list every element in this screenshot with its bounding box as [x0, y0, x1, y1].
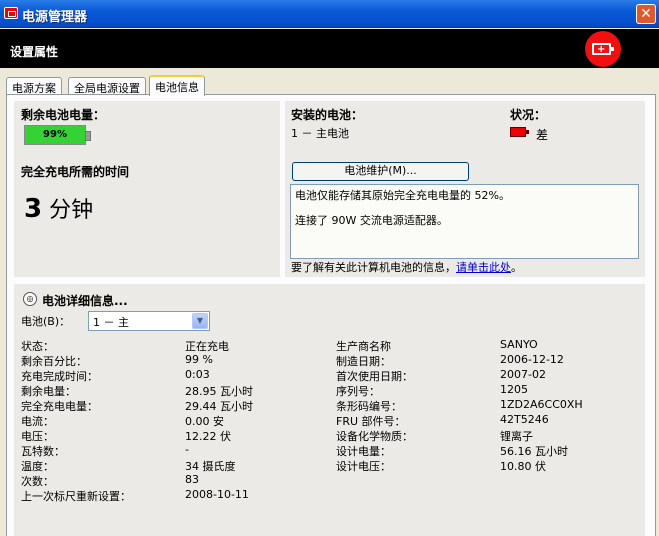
battery-gauge-value: 99%: [43, 129, 67, 140]
battery-maintenance-button[interactable]: 电池维护(M)...: [292, 162, 469, 181]
expand-icon[interactable]: ◎: [23, 292, 37, 306]
detail-left-value: 83: [185, 473, 199, 486]
installed-battery-line: 1 － 主电池: [291, 127, 349, 140]
detail-right-label: 制造日期：: [336, 355, 391, 368]
detail-right-label: 条形码编号：: [336, 400, 402, 413]
detail-right-value: 10.80 伏: [500, 460, 546, 473]
status-label: 状况：: [510, 108, 547, 122]
detail-left-label: 剩余电量：: [21, 385, 76, 398]
full-charge-unit: 分钟: [49, 198, 94, 223]
more-info-end: 。: [511, 261, 522, 274]
detail-left-label: 状态：: [21, 340, 54, 353]
battery-warning-icon: [510, 127, 529, 137]
tab-power-schemes[interactable]: 电源方案: [6, 77, 62, 95]
more-info-line: 要了解有关此计算机电池的信息，请单击此处。: [291, 259, 522, 275]
message-adapter: 连接了 90W 交流电源适配器。: [295, 214, 448, 227]
detail-left-value: -: [185, 443, 189, 456]
detail-right-value: 56.16 瓦小时: [500, 445, 568, 458]
detail-right-label: 序列号：: [336, 385, 380, 398]
tab-global-settings[interactable]: 全局电源设置: [68, 77, 146, 95]
more-info-text: 要了解有关此计算机电池的信息，: [291, 261, 456, 274]
detail-right-value: 锂离子: [500, 430, 533, 443]
detail-right-label: 设计电压：: [336, 460, 391, 473]
more-info-link[interactable]: 请单击此处: [456, 261, 511, 274]
detail-left-value: 2008-10-11: [185, 488, 249, 501]
full-charge-number: 3: [24, 194, 43, 224]
detail-right-value: 42T5246: [500, 413, 549, 426]
detail-left-value: 28.95 瓦小时: [185, 385, 253, 398]
detail-left-value: 0.00 安: [185, 415, 224, 428]
detail-left-value: 34 摄氏度: [185, 460, 236, 473]
detail-left-value: 正在充电: [185, 340, 229, 353]
close-button[interactable]: ✕: [636, 4, 656, 24]
detail-right-label: FRU 部件号：: [336, 415, 406, 428]
detail-right-value: 1205: [500, 383, 528, 396]
chevron-down-icon[interactable]: ▼: [192, 313, 208, 329]
remaining-label: 剩余电池电量：: [21, 108, 106, 122]
detail-left-label: 电压：: [21, 430, 54, 443]
detail-left-value: 0:03: [185, 368, 210, 381]
detail-left-label: 完全充电电量：: [21, 400, 98, 413]
detail-left-label: 上一次标尺重新设置：: [21, 490, 131, 503]
battery-select-label: 电池(B)：: [21, 315, 71, 328]
detail-right-value: SANYO: [500, 338, 538, 351]
detail-left-label: 次数：: [21, 475, 54, 488]
status-value: 差: [536, 128, 549, 142]
plus-glyph: +: [597, 44, 606, 55]
header-title: 设置属性: [10, 45, 59, 59]
title-bar: 电源管理器 ✕: [0, 0, 659, 28]
battery-app-icon: [4, 7, 18, 19]
window-title: 电源管理器: [22, 10, 88, 25]
header-band: 设置属性 +: [0, 29, 659, 68]
detail-right-value: 1ZD2A6CC0XH: [500, 398, 583, 411]
detail-right-value: 2007-02: [500, 368, 546, 381]
detail-right-label: 首次使用日期：: [336, 370, 413, 383]
detail-right-label: 设计电量：: [336, 445, 391, 458]
detail-left-value: 12.22 伏: [185, 430, 231, 443]
tab-battery-info[interactable]: 电池信息: [149, 75, 205, 96]
battery-select[interactable]: 1 － 主 ▼: [88, 311, 210, 331]
detail-right-label: 生产商名称: [336, 340, 391, 353]
installed-label: 安装的电池：: [291, 108, 364, 122]
full-charge-label: 完全充电所需的时间: [21, 165, 130, 179]
battery-gauge: 99%: [24, 125, 91, 145]
detail-left-label: 温度：: [21, 460, 54, 473]
detail-right-label: 设备化学物质：: [336, 430, 413, 443]
battery-plus-icon: +: [585, 31, 621, 67]
message-capacity: 电池仅能存储其原始完全充电电量的 52%。: [295, 189, 510, 202]
detail-left-label: 剩余百分比：: [21, 355, 87, 368]
detail-right-value: 2006-12-12: [500, 353, 564, 366]
detail-left-label: 瓦特数：: [21, 445, 65, 458]
full-charge-time: 3 分钟: [24, 192, 93, 224]
detail-left-value: 99 %: [185, 353, 213, 366]
detail-left-label: 充电完成时间：: [21, 370, 98, 383]
details-title: 电池详细信息...: [42, 294, 128, 308]
detail-left-value: 29.44 瓦小时: [185, 400, 253, 413]
detail-left-label: 电流：: [21, 415, 54, 428]
battery-select-value: 1 － 主: [93, 316, 129, 329]
battery-message-box: 电池仅能存储其原始完全充电电量的 52%。 连接了 90W 交流电源适配器。: [290, 184, 639, 259]
